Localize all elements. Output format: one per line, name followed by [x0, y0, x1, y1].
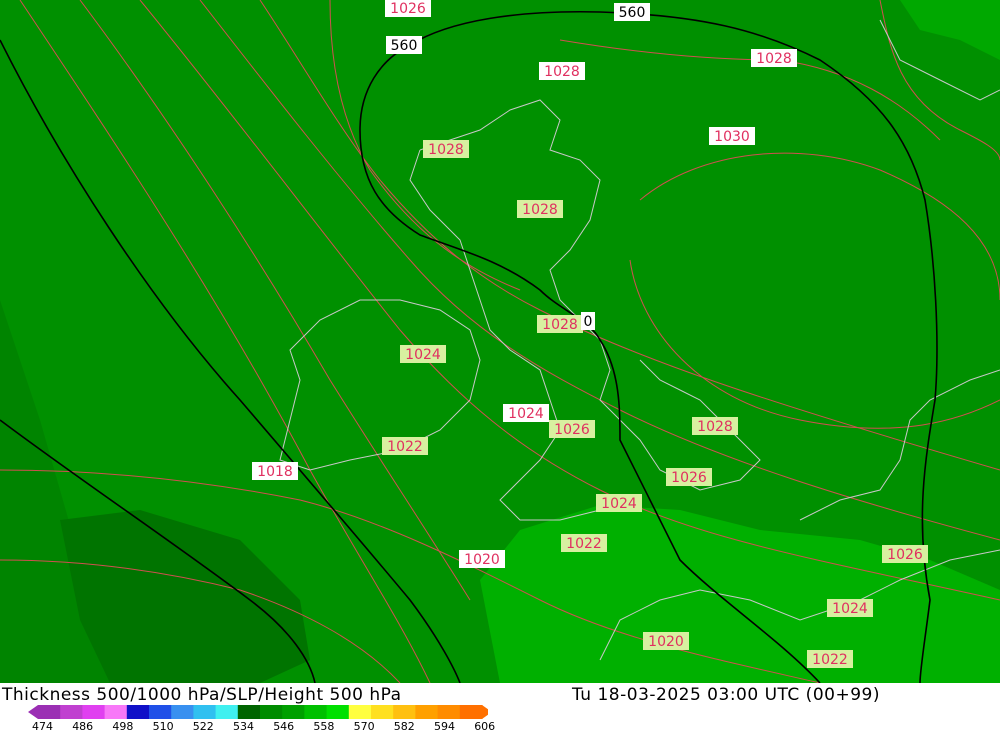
colorbar-segment — [171, 705, 194, 719]
colorbar-segment — [282, 705, 305, 719]
isobar-label: 1028 — [751, 49, 797, 67]
colorbar-segment — [60, 705, 83, 719]
colorbar-segment — [437, 705, 461, 719]
colorbar-segment — [104, 705, 128, 719]
svg-text:1026: 1026 — [554, 422, 590, 438]
svg-text:1028: 1028 — [544, 64, 580, 80]
isobar-label: 1026 — [385, 0, 431, 17]
svg-text:1020: 1020 — [648, 634, 684, 650]
colorbar-segment — [260, 705, 283, 719]
colorbar-tick-label: 558 — [313, 720, 335, 733]
isobar-label: 1020 — [643, 632, 689, 650]
colorbar-arrow-left — [28, 705, 38, 719]
colorbar-segment — [149, 705, 172, 719]
colorbar-tick-label: 498 — [112, 720, 134, 733]
height-label: 560 — [386, 36, 422, 54]
svg-text:1028: 1028 — [756, 51, 792, 67]
isobar-label: 1026 — [666, 468, 712, 486]
valid-time: Tu 18-03-2025 03:00 UTC (00+99) — [572, 685, 880, 705]
svg-text:0: 0 — [584, 314, 593, 330]
height-label: 0 — [581, 312, 595, 330]
colorbar-segment — [38, 705, 61, 719]
colorbar-tick-label: 570 — [353, 720, 375, 733]
isobar-label: 1028 — [692, 417, 738, 435]
isobar-label: 1022 — [382, 437, 428, 455]
svg-text:1020: 1020 — [464, 552, 500, 568]
colorbar-tick-label: 606 — [474, 720, 496, 733]
colorbar-segment — [326, 705, 350, 719]
svg-text:1024: 1024 — [832, 601, 868, 617]
isobar-label: 1026 — [882, 545, 928, 563]
thickness-map: 1026 1028 1028 1030 1028 1028 1028 1024 … — [0, 0, 1000, 684]
map-panel: 1026 1028 1028 1030 1028 1028 1028 1024 … — [0, 0, 1000, 684]
colorbar-segment — [237, 705, 261, 719]
svg-text:1022: 1022 — [387, 439, 423, 455]
svg-text:1018: 1018 — [257, 464, 293, 480]
svg-text:1028: 1028 — [428, 142, 464, 158]
colorbar-segment — [193, 705, 217, 719]
svg-text:1022: 1022 — [566, 536, 602, 552]
svg-text:560: 560 — [391, 38, 418, 54]
isobar-label: 1022 — [807, 650, 853, 668]
svg-text:1028: 1028 — [697, 419, 733, 435]
colorbar-segment — [82, 705, 106, 719]
colorbar-segment — [459, 705, 483, 719]
svg-text:1028: 1028 — [542, 317, 578, 333]
isobar-label: 1030 — [709, 127, 755, 145]
height-label: 560 — [614, 3, 650, 21]
isobar-label: 1028 — [539, 62, 585, 80]
isobar-label: 1026 — [549, 420, 595, 438]
isobar-label: 1018 — [252, 462, 298, 480]
colorbar-segment — [215, 705, 239, 719]
colorbar-tick-label: 582 — [393, 720, 415, 733]
colorbar-tick-label: 546 — [273, 720, 295, 733]
colorbar-tick-label: 534 — [233, 720, 254, 733]
isobar-label: 1024 — [503, 404, 549, 422]
svg-text:1026: 1026 — [390, 1, 426, 17]
colorbar-tick-label: 522 — [192, 720, 214, 733]
svg-text:1024: 1024 — [601, 496, 637, 512]
isobar-label: 1020 — [459, 550, 505, 568]
isobar-label: 1028 — [537, 315, 583, 333]
isobar-label: 1024 — [596, 494, 642, 512]
svg-text:1022: 1022 — [812, 652, 848, 668]
isobar-label: 1028 — [517, 200, 563, 218]
colorbar-tick-label: 594 — [434, 720, 455, 733]
isobar-label: 1028 — [423, 140, 469, 158]
map-title: Thickness 500/1000 hPa/SLP/Height 500 hP… — [2, 685, 402, 705]
colorbar-tick-label: 510 — [152, 720, 174, 733]
colorbar-segment — [348, 705, 372, 719]
colorbar-segment — [415, 705, 439, 719]
isobar-label: 1024 — [827, 599, 873, 617]
svg-text:1026: 1026 — [671, 470, 707, 486]
colorbar-segment — [393, 705, 416, 719]
colorbar-segment — [126, 705, 150, 719]
colorbar-tick-label: 474 — [32, 720, 53, 733]
colorbar-segment — [371, 705, 394, 719]
colorbar-tick-label: 486 — [72, 720, 94, 733]
svg-text:1028: 1028 — [522, 202, 558, 218]
svg-text:1024: 1024 — [405, 347, 441, 363]
isobar-label: 1024 — [400, 345, 446, 363]
colorbar — [28, 705, 488, 719]
isobar-label: 1022 — [561, 534, 607, 552]
colorbar-arrow-right — [482, 705, 488, 719]
svg-text:560: 560 — [619, 5, 646, 21]
svg-text:1026: 1026 — [887, 547, 923, 563]
svg-text:1024: 1024 — [508, 406, 544, 422]
colorbar-segment — [304, 705, 328, 719]
svg-text:1030: 1030 — [714, 129, 750, 145]
